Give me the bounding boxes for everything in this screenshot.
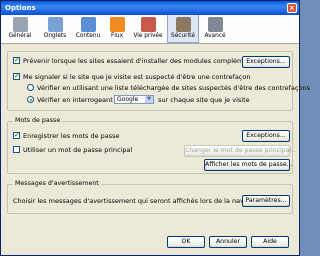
window-title: Options — [5, 4, 36, 12]
help-button[interactable]: Aide — [251, 236, 289, 248]
passwords-group: Mots de passe ✔ Enregistrer les mots de … — [7, 117, 297, 174]
suspect-site-label: Me signaler si le site que je visite est… — [23, 73, 251, 81]
addons-exceptions-button[interactable]: Exceptions... — [242, 56, 290, 68]
ok-button[interactable]: OK — [167, 236, 205, 248]
tab-tabs[interactable]: Onglets — [39, 15, 71, 43]
tab-label: Sécurité — [171, 33, 195, 39]
gear-icon — [207, 17, 223, 32]
tab-general[interactable]: Général — [5, 15, 35, 43]
provider-select[interactable]: Google ▼ — [114, 95, 154, 104]
tab-feeds[interactable]: Flux — [105, 15, 129, 43]
options-window: Options × Général Onglets Contenu Flux V… — [0, 0, 310, 256]
change-master-password-button[interactable]: Changer le mot de passe principal... — [184, 145, 297, 157]
title-bar: Options × — [1, 1, 299, 15]
privacy-icon — [140, 17, 156, 32]
tab-privacy[interactable]: Vie privée — [131, 15, 165, 43]
suspect-site-checkbox[interactable]: ✔ — [13, 73, 20, 80]
master-password-label: Utiliser un mot de passe principal — [23, 146, 133, 154]
remember-passwords-label: Enregistrer les mots de passe — [23, 132, 120, 140]
tab-security[interactable]: Sécurité — [167, 15, 199, 43]
tab-label: Avancé — [204, 33, 226, 39]
content-icon — [80, 17, 96, 32]
passwords-exceptions-button[interactable]: Exceptions... — [242, 130, 290, 142]
security-group: ✔ Prévenir lorsque les sites essaient d'… — [7, 51, 310, 111]
feed-icon — [109, 17, 125, 32]
tab-label: Onglets — [43, 33, 67, 39]
preferences-toolbar: Général Onglets Contenu Flux Vie privée … — [1, 15, 299, 44]
warnings-group-title: Messages d'avertissement — [13, 180, 101, 188]
check-query-label: Vérifier en interrogeant — [37, 96, 113, 104]
general-icon — [12, 17, 28, 32]
master-password-checkbox[interactable] — [13, 146, 20, 153]
cancel-button[interactable]: Annuler — [209, 236, 247, 248]
tab-label: Contenu — [75, 33, 101, 39]
check-list-label: Vérifier en utilisant une liste téléchar… — [37, 84, 311, 92]
remember-passwords-checkbox[interactable]: ✔ — [13, 132, 20, 139]
chevron-down-icon: ▼ — [145, 96, 153, 103]
lock-icon — [175, 17, 191, 32]
tab-content[interactable]: Contenu — [73, 15, 103, 43]
check-list-radio[interactable] — [27, 84, 34, 91]
tabs-icon — [47, 17, 63, 32]
warnings-group: Messages d'avertissement Choisir les mes… — [7, 180, 293, 214]
addons-warning-label: Prévenir lorsque les sites essaient d'in… — [23, 57, 270, 65]
passwords-group-title: Mots de passe — [13, 117, 63, 125]
addons-warning-checkbox[interactable]: ✔ — [13, 57, 20, 64]
tab-label: Flux — [110, 33, 124, 39]
warnings-text: Choisir les messages d'avertissement qui… — [13, 197, 267, 205]
check-query-radio[interactable] — [27, 96, 34, 103]
tab-label: Général — [8, 33, 32, 39]
check-query-suffix: sur chaque site que je visite — [158, 96, 250, 104]
tab-label: Vie privée — [133, 33, 163, 39]
tab-advanced[interactable]: Avancé — [201, 15, 229, 43]
warnings-settings-button[interactable]: Paramètres... — [242, 195, 290, 207]
provider-select-value: Google — [117, 96, 139, 103]
show-passwords-button[interactable]: Afficher les mots de passe... — [204, 159, 293, 171]
close-icon[interactable]: × — [287, 3, 297, 13]
